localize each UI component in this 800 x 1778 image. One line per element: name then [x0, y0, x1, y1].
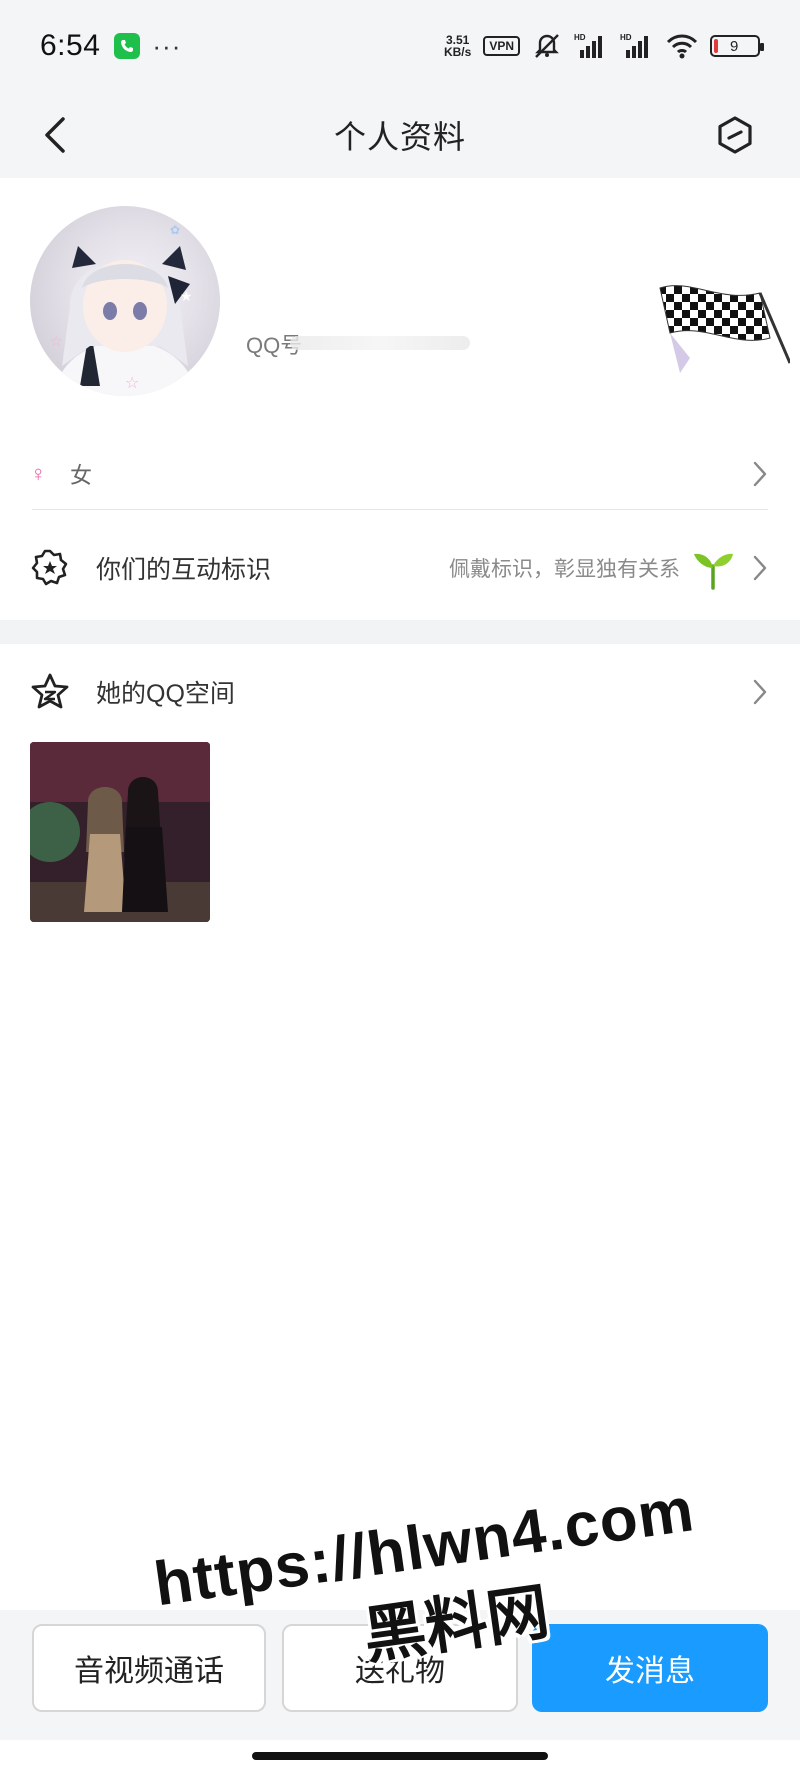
qzone-title: 她的QQ空间 — [96, 680, 235, 708]
interaction-hint: 佩戴标识，彰显独有关系 — [449, 558, 680, 581]
gender-row[interactable]: ♀ 女 — [0, 438, 800, 510]
phone-call-icon — [114, 33, 141, 59]
back-button[interactable] — [30, 110, 80, 160]
chevron-right-icon — [750, 553, 770, 583]
avatar-star-1: ★ — [180, 289, 193, 305]
home-indicator[interactable] — [252, 1752, 548, 1760]
status-time: 6:54 — [40, 29, 101, 62]
more-notifications-icon: ··· — [152, 30, 182, 61]
vpn-badge: VPN — [483, 36, 520, 56]
battery-icon: 9 — [710, 35, 764, 57]
chevron-right-icon — [750, 677, 770, 707]
profile-card: ★ ☆ ☆ ✿ QQ号 — [0, 178, 800, 438]
signal-hd-icon: HD — [574, 33, 602, 58]
gender-label: 女 — [70, 463, 93, 488]
blurred-qq-number — [290, 336, 470, 350]
battery-level — [714, 39, 718, 53]
page-title: 个人资料 — [333, 119, 466, 155]
avatar-star-2: ☆ — [50, 334, 63, 350]
interaction-title: 你们的互动标识 — [96, 556, 272, 584]
network-speed-unit: KB/s — [443, 45, 472, 59]
sprout-icon — [690, 545, 736, 591]
signal-hd-label-1: HD — [574, 33, 586, 42]
female-icon: ♀ — [30, 461, 47, 486]
chevron-right-icon — [750, 459, 770, 489]
interaction-badge-row[interactable]: 你们的互动标识 佩戴标识，彰显独有关系 — [0, 520, 800, 616]
qzone-photo-image — [30, 742, 210, 922]
avatar-flower: ✿ — [170, 223, 180, 237]
network-speed: 3.51 KB/s — [444, 34, 471, 58]
status-indicators: 3.51 KB/s VPN HD HD 9 — [444, 32, 764, 60]
anime-avatar-image: ★ ☆ ☆ ✿ — [50, 223, 195, 396]
settings-button[interactable] — [710, 110, 760, 160]
avatar-star-3: ☆ — [125, 373, 139, 392]
qzone-star-icon — [30, 672, 70, 712]
mute-icon — [535, 34, 559, 58]
signal-hd-icon-2: HD — [620, 33, 648, 58]
qzone-photo-thumbnail[interactable] — [30, 742, 210, 922]
divider — [32, 509, 768, 510]
checkered-flag-icon — [659, 285, 790, 373]
header: 个人资料 — [0, 92, 800, 178]
section-separator — [0, 620, 800, 644]
battery-percent: 9 — [730, 37, 739, 55]
avatar[interactable]: ★ ☆ ☆ ✿ — [30, 206, 220, 396]
signal-hd-label-2: HD — [620, 33, 632, 42]
qzone-row[interactable]: 她的QQ空间 — [0, 644, 800, 740]
hexagon-settings-icon — [718, 116, 752, 154]
wifi-icon — [666, 34, 698, 59]
status-bar: 6:54 ··· 3.51 KB/s VPN HD HD 9 — [0, 0, 800, 92]
chevron-left-icon — [45, 117, 65, 153]
badge-star-icon — [30, 548, 70, 588]
